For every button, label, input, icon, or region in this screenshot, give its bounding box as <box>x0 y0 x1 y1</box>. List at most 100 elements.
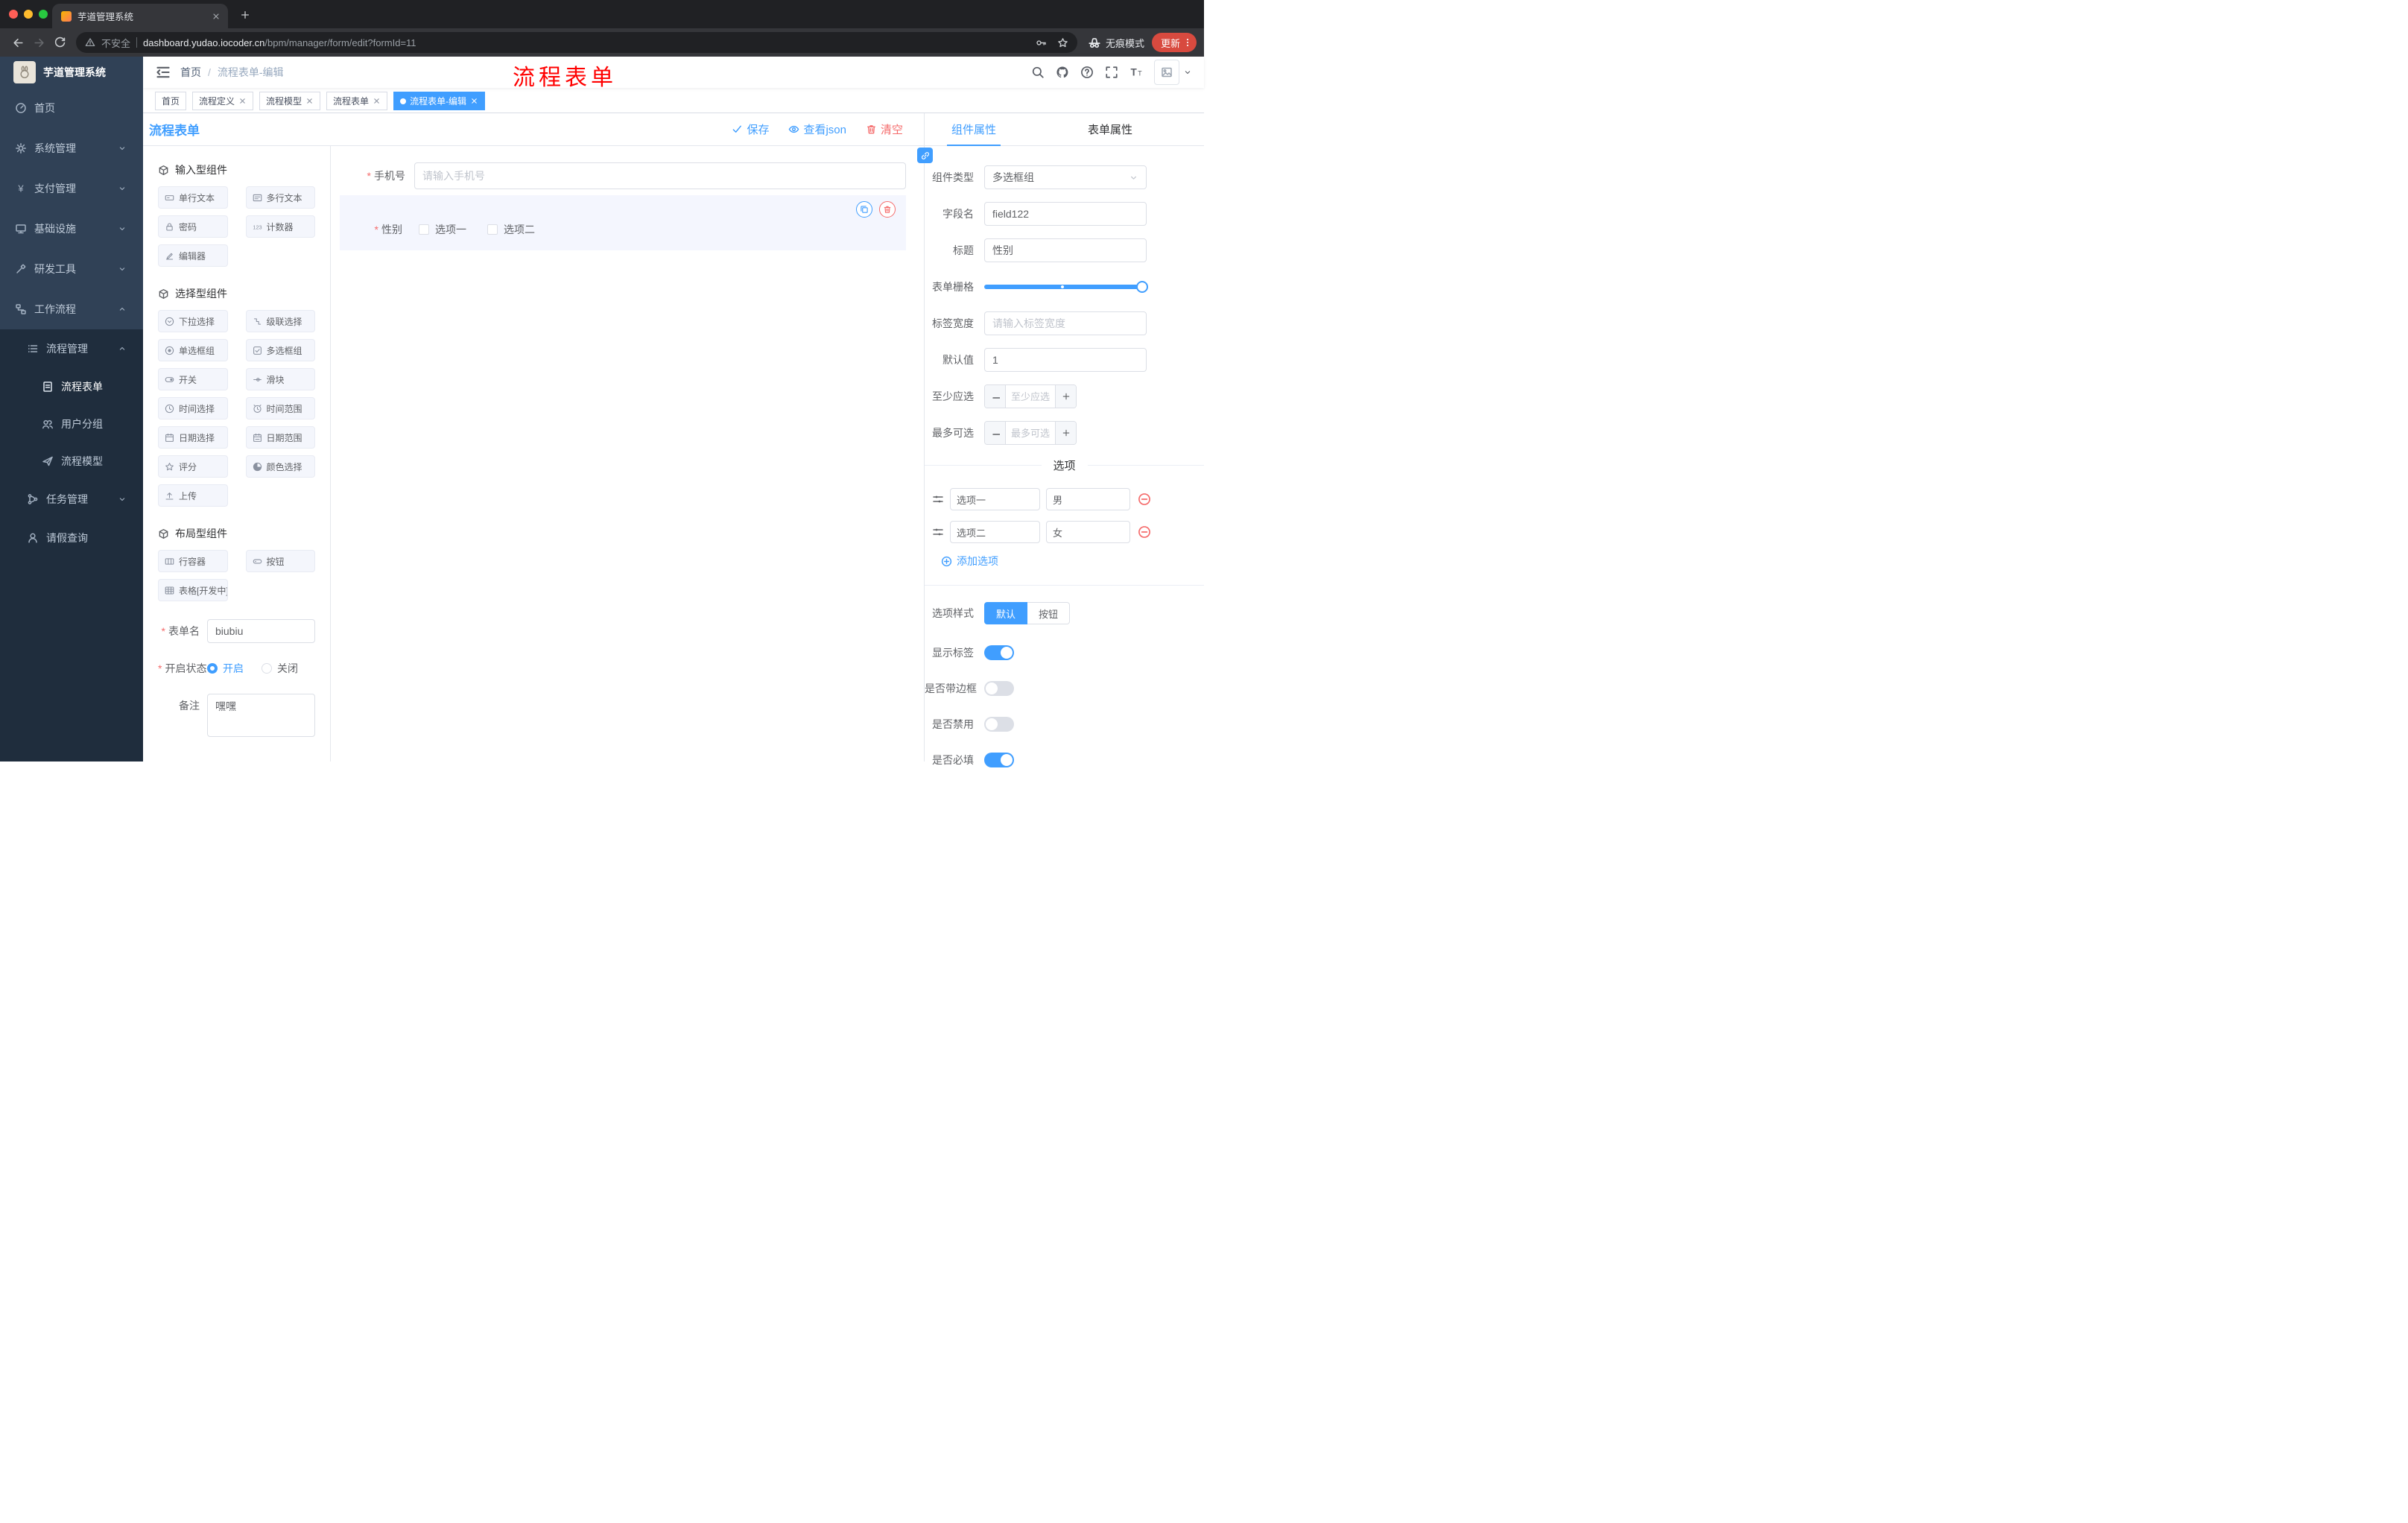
option-label-input[interactable] <box>950 521 1040 543</box>
status-off-radio[interactable]: 关闭 <box>262 661 298 676</box>
bookmark-star-icon[interactable] <box>1057 37 1068 48</box>
component-type-select[interactable]: 多选框组 <box>984 165 1147 189</box>
new-tab-button[interactable] <box>235 5 255 25</box>
browser-update-button[interactable]: 更新 <box>1151 33 1197 52</box>
status-on-radio[interactable]: 开启 <box>207 661 244 676</box>
tag-close-icon[interactable] <box>470 97 478 105</box>
palette-item-counter[interactable]: 计数器 <box>245 215 315 238</box>
remove-option-icon[interactable] <box>1138 493 1151 506</box>
form-grid-slider[interactable] <box>984 275 1148 299</box>
palette-item-date-range[interactable]: 日期范围 <box>245 426 315 449</box>
browser-tab[interactable]: 芋道管理系统 <box>52 4 228 28</box>
menu-dots-icon[interactable] <box>1182 37 1193 48</box>
breadcrumb-home[interactable]: 首页 <box>180 65 201 80</box>
password-key-icon[interactable] <box>1036 37 1047 48</box>
option-label-input[interactable] <box>950 488 1040 510</box>
drag-handle-icon[interactable] <box>932 526 944 538</box>
tag-process-form[interactable]: 流程表单 <box>326 92 388 110</box>
sidebar-item-infrastructure[interactable]: 基础设施 <box>0 209 143 249</box>
gender-option-2-checkbox[interactable]: 选项二 <box>487 222 535 237</box>
fullscreen-icon[interactable] <box>1105 66 1118 79</box>
tag-process-model[interactable]: 流程模型 <box>259 92 321 110</box>
tag-close-icon[interactable] <box>373 97 381 105</box>
sidebar-item-payment[interactable]: 支付管理 <box>0 168 143 209</box>
palette-item-dropdown[interactable]: 下拉选择 <box>158 310 228 332</box>
delete-widget-button[interactable] <box>879 201 896 218</box>
show-label-switch[interactable] <box>984 645 1014 660</box>
tag-process-definition[interactable]: 流程定义 <box>192 92 254 110</box>
sidebar-item-user-group[interactable]: 用户分组 <box>0 405 143 443</box>
form-name-input[interactable] <box>207 619 315 643</box>
tab-form-props[interactable]: 表单属性 <box>1088 113 1132 145</box>
sidebar-item-system[interactable]: 系统管理 <box>0 128 143 168</box>
label-width-input[interactable] <box>984 311 1147 335</box>
remove-option-icon[interactable] <box>1138 525 1151 539</box>
palette-item-color-picker[interactable]: 颜色选择 <box>245 455 315 478</box>
address-bar[interactable]: 不安全 dashboard.yudao.iocoder.cn/bpm/manag… <box>76 32 1077 53</box>
minimize-window-button[interactable] <box>24 10 33 19</box>
sidebar-item-leave-query[interactable]: 请假查询 <box>0 519 143 557</box>
option-value-input[interactable] <box>1046 488 1130 510</box>
sidebar-item-workflow[interactable]: 工作流程 <box>0 289 143 329</box>
slider-thumb[interactable] <box>1136 281 1148 293</box>
save-button[interactable]: 保存 <box>732 121 769 137</box>
palette-item-editor[interactable]: 编辑器 <box>158 244 228 267</box>
view-json-button[interactable]: 查看json <box>788 121 846 137</box>
tag-close-icon[interactable] <box>305 97 314 105</box>
decrease-button[interactable] <box>985 422 1006 444</box>
title-input[interactable] <box>984 238 1147 262</box>
style-default-button[interactable]: 默认 <box>984 602 1028 624</box>
reload-button[interactable] <box>49 32 70 53</box>
link-button[interactable] <box>917 148 933 163</box>
drag-handle-icon[interactable] <box>932 493 944 505</box>
sidebar-item-home[interactable]: 首页 <box>0 88 143 128</box>
copy-widget-button[interactable] <box>856 201 872 218</box>
palette-item-button[interactable]: 按钮 <box>245 550 315 572</box>
tab-component-props[interactable]: 组件属性 <box>946 113 1001 146</box>
tag-home[interactable]: 首页 <box>155 92 187 110</box>
user-avatar-dropdown[interactable] <box>1154 60 1192 85</box>
palette-item-checkbox-group[interactable]: 多选框组 <box>245 339 315 361</box>
gender-option-1-checkbox[interactable]: 选项一 <box>419 222 466 237</box>
palette-item-switch[interactable]: 开关 <box>158 368 228 390</box>
sidebar-item-process-model[interactable]: 流程模型 <box>0 443 143 480</box>
selected-gender-widget[interactable]: 性别 选项一 选项二 <box>340 195 906 250</box>
palette-item-date-picker[interactable]: 日期选择 <box>158 426 228 449</box>
palette-item-row-container[interactable]: 行容器 <box>158 550 228 572</box>
tag-process-form-edit[interactable]: 流程表单-编辑 <box>393 92 486 110</box>
github-icon[interactable] <box>1056 66 1069 79</box>
palette-item-table[interactable]: 表格[开发中] <box>158 579 228 601</box>
palette-item-cascader[interactable]: 级联选择 <box>245 310 315 332</box>
form-remark-textarea[interactable]: 嘿嘿 <box>207 694 315 737</box>
default-value-input[interactable] <box>984 348 1147 372</box>
sidebar-item-devtools[interactable]: 研发工具 <box>0 249 143 289</box>
field-name-input[interactable] <box>984 202 1147 226</box>
sidebar-logo[interactable]: 芋道管理系统 <box>0 57 143 88</box>
increase-button[interactable] <box>1055 385 1076 408</box>
palette-item-time-picker[interactable]: 时间选择 <box>158 397 228 419</box>
sidebar-collapse-icon[interactable] <box>155 64 171 80</box>
palette-item-time-range[interactable]: 时间范围 <box>245 397 315 419</box>
font-size-icon[interactable] <box>1129 66 1143 79</box>
min-select-input[interactable] <box>1006 385 1055 408</box>
max-select-input[interactable] <box>1006 422 1055 444</box>
phone-field-widget[interactable]: 手机号 <box>340 162 906 189</box>
palette-item-upload[interactable]: 上传 <box>158 484 228 507</box>
back-button[interactable] <box>7 32 28 53</box>
palette-item-textarea[interactable]: 多行文本 <box>245 186 315 209</box>
decrease-button[interactable] <box>985 385 1006 408</box>
forward-button[interactable] <box>28 32 49 53</box>
search-icon[interactable] <box>1031 66 1045 79</box>
with-border-switch[interactable] <box>984 681 1014 696</box>
palette-item-radio-group[interactable]: 单选框组 <box>158 339 228 361</box>
zoom-window-button[interactable] <box>39 10 48 19</box>
palette-item-slider[interactable]: 滑块 <box>245 368 315 390</box>
tag-close-icon[interactable] <box>238 97 247 105</box>
palette-item-rate[interactable]: 评分 <box>158 455 228 478</box>
clear-button[interactable]: 清空 <box>866 121 903 137</box>
tab-close-icon[interactable] <box>212 12 221 21</box>
add-option-button[interactable]: 添加选项 <box>941 554 1204 569</box>
disabled-switch[interactable] <box>984 717 1014 732</box>
palette-item-password[interactable]: 密码 <box>158 215 228 238</box>
sidebar-item-process-management[interactable]: 流程管理 <box>0 329 143 368</box>
